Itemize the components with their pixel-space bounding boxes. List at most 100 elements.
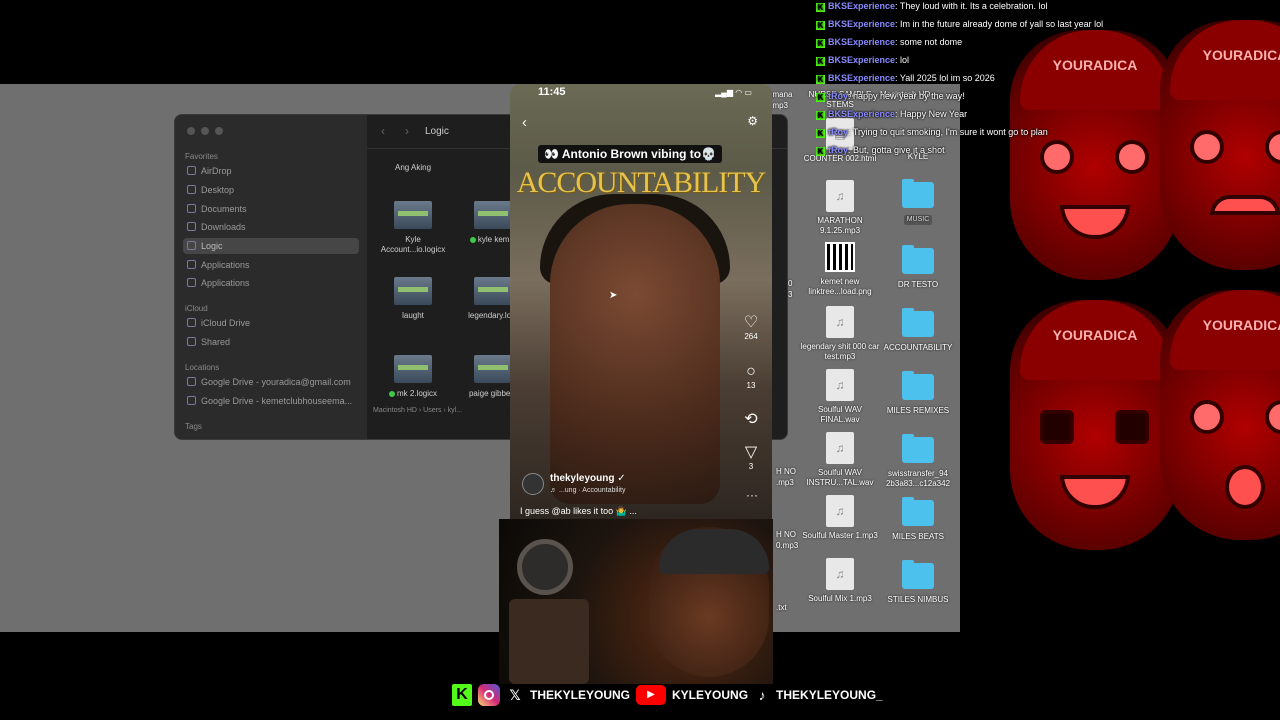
desktop-item-legendary-car-test[interactable]: ♫ legendary shit 000 car test.mp3 [799,306,881,362]
desktop-item-soulful-wav-instrumental[interactable]: ♫ Soulful WAV INSTRU...TAL.wav [799,432,881,488]
repost-button[interactable]: ⟲ [738,411,764,429]
desktop-item-kemet-linktree[interactable]: kemet new linktree...load.png [799,242,881,297]
sidebar-item-applications[interactable]: Applications [183,257,359,273]
desktop-item-soulful-wav-final[interactable]: ♫ Soulful WAV FINAL.wav [799,369,881,425]
mouth-icon [1210,195,1280,215]
desktop-item-label: MILES BEATS [892,532,944,541]
window-controls[interactable] [187,127,223,135]
logic-project-icon [394,355,432,383]
sidebar-item-airdrop[interactable]: AirDrop [183,163,359,179]
kick-badge-icon: K [816,3,825,12]
logic-project-icon [394,201,432,229]
desktop-item-swisstransfer[interactable]: swisstransfer_94 2b3a83...c12a342 [877,433,959,489]
file-item[interactable]: Kyle Account...io.logicx [373,201,453,255]
desktop-item-accountability[interactable]: ACCOUNTABILITY [877,307,959,353]
eye-icon [1265,400,1280,434]
cartoon-face-cool: YOURADICA [1010,300,1180,550]
sidebar-item-icloud-drive[interactable]: iCloud Drive [183,315,359,331]
kick-badge-icon: K [816,129,825,138]
repost-icon: ⟲ [744,411,758,428]
more-options-icon[interactable]: ··· [746,488,758,502]
logic-project-icon [474,355,512,383]
chat-username: BKSExperience [828,109,896,119]
chat-message: K BKSExperience: They loud with it. Its a… [816,1,1048,12]
sidebar-item-google-drive-1[interactable]: Google Drive - youradica@gmail.com [183,374,359,390]
share-count: 3 [748,462,754,471]
send-icon: ▽ [744,444,758,461]
desktop-item-soulful-master[interactable]: ♫ Soulful Master 1.mp3 [799,495,881,541]
share-button[interactable]: ▽ 3 [738,444,764,471]
sidebar-item-google-drive-2[interactable]: Google Drive - kemetclubhouseema... [183,393,359,409]
back-chevron-icon[interactable]: ‹ [522,114,527,131]
sidebar-item-logic[interactable]: Logic [183,238,359,254]
sidebar-item-label: Documents [201,204,247,214]
minimize-button[interactable] [201,127,209,135]
account-name[interactable]: thekyleyoung ✓ [550,473,626,484]
window-title: Logic [425,126,449,137]
cartoon-face-shocked: YOURADICA [1160,290,1280,540]
tiktok-phone-screen[interactable]: 11:45 ▂▄▆ ◠ ▭ ‹ ⚙ 👀 Antonio Brown vibing… [510,84,772,520]
chat-message: K BKSExperience: Yall 2025 lol im so 2026 [816,73,995,84]
desktop-partial-label: H NO [776,530,796,539]
zoom-button[interactable] [215,127,223,135]
desktop-item-label: Soulful Master 1.mp3 [802,531,878,540]
comment-button[interactable]: ○ 13 [738,363,764,390]
desktop-item-music[interactable]: MUSIC [877,178,959,225]
sidebar-item-shared[interactable]: Shared [183,334,359,350]
close-button[interactable] [187,127,195,135]
sidebar-item-downloads[interactable]: Downloads [183,219,359,235]
sidebar-item-label: Desktop [201,185,235,195]
desktop-item-marathon[interactable]: ♫ MARATHON 9.1.25.mp3 [799,180,881,236]
path-bar[interactable]: Macintosh HD › Users › kyl... [373,407,462,414]
file-label: Kyle Account...io.logicx [380,235,446,254]
youtube-logo-icon: ▶ [636,685,667,705]
favorites-header: Favorites [185,152,218,161]
chat-text: some not dome [900,37,963,47]
file-item[interactable]: laught [373,277,453,321]
avatar[interactable] [522,473,544,495]
desktop-item-stiles-nimbus[interactable]: STILES NIMBUS [877,559,959,605]
finder-sidebar: Favorites AirDrop Desktop Documents Down… [175,115,367,439]
desktop-item-miles-remixes[interactable]: MILES REMIXES [877,370,959,416]
mouth-icon [1225,465,1265,509]
desktop-item-soulful-mix[interactable]: ♫ Soulful Mix 1.mp3 [799,558,881,604]
chat-message: KtRoy: Trying to quit smoking, I'm sure … [816,127,1048,138]
file-label: mk 2.logicx [396,389,437,398]
cloud-icon [187,318,196,327]
back-chevron-icon[interactable]: ‹ [381,124,385,138]
webcam-feed [499,519,773,684]
x-logo-icon: 𝕏 [509,686,521,703]
desktop-partial-label: .txt [776,603,787,612]
sunglasses-icon [1115,410,1149,444]
tiktok-handle: THEKYLEYOUNG_ [776,688,883,702]
streamer-cap [659,529,769,574]
shared-folder-icon [187,337,196,346]
sidebar-item-desktop[interactable]: Desktop [183,182,359,198]
chat-username: BKSExperience [828,55,896,65]
chat-message: K BKSExperience: Im in the future already… [816,19,1104,30]
sidebar-item-documents[interactable]: Documents [183,201,359,217]
filter-settings-icon[interactable]: ⚙ [747,114,758,128]
desktop-item-dr-testo[interactable]: DR TESTO [877,244,959,290]
tags-header: Tags [185,422,202,431]
video-subject [550,204,720,504]
desktop-partial-label: 0 [788,279,793,288]
file-item[interactable]: Ang Aking [373,163,453,173]
desktop-item-miles-beats[interactable]: MILES BEATS [877,496,959,542]
file-item[interactable]: mk 2.logicx [373,355,453,399]
sound-label[interactable]: ♬ ...ung · Accountability [550,487,625,494]
sidebar-item-applications-2[interactable]: Applications [183,275,359,291]
desktop-item-label: ACCOUNTABILITY [883,343,953,352]
document-icon [187,204,196,213]
sidebar-item-label: Google Drive - youradica@gmail.com [201,377,351,387]
verified-icon: ✓ [617,473,626,484]
locations-header: Locations [185,363,220,372]
like-button[interactable]: ♡ 264 [738,314,764,341]
sync-status-icon [469,236,476,243]
audio-file-icon: ♫ [826,180,854,212]
microphone [517,539,573,595]
forward-chevron-icon[interactable]: › [405,124,409,138]
kick-badge-icon: K [816,57,825,66]
applications-icon [187,278,196,287]
logic-project-icon [474,201,512,229]
